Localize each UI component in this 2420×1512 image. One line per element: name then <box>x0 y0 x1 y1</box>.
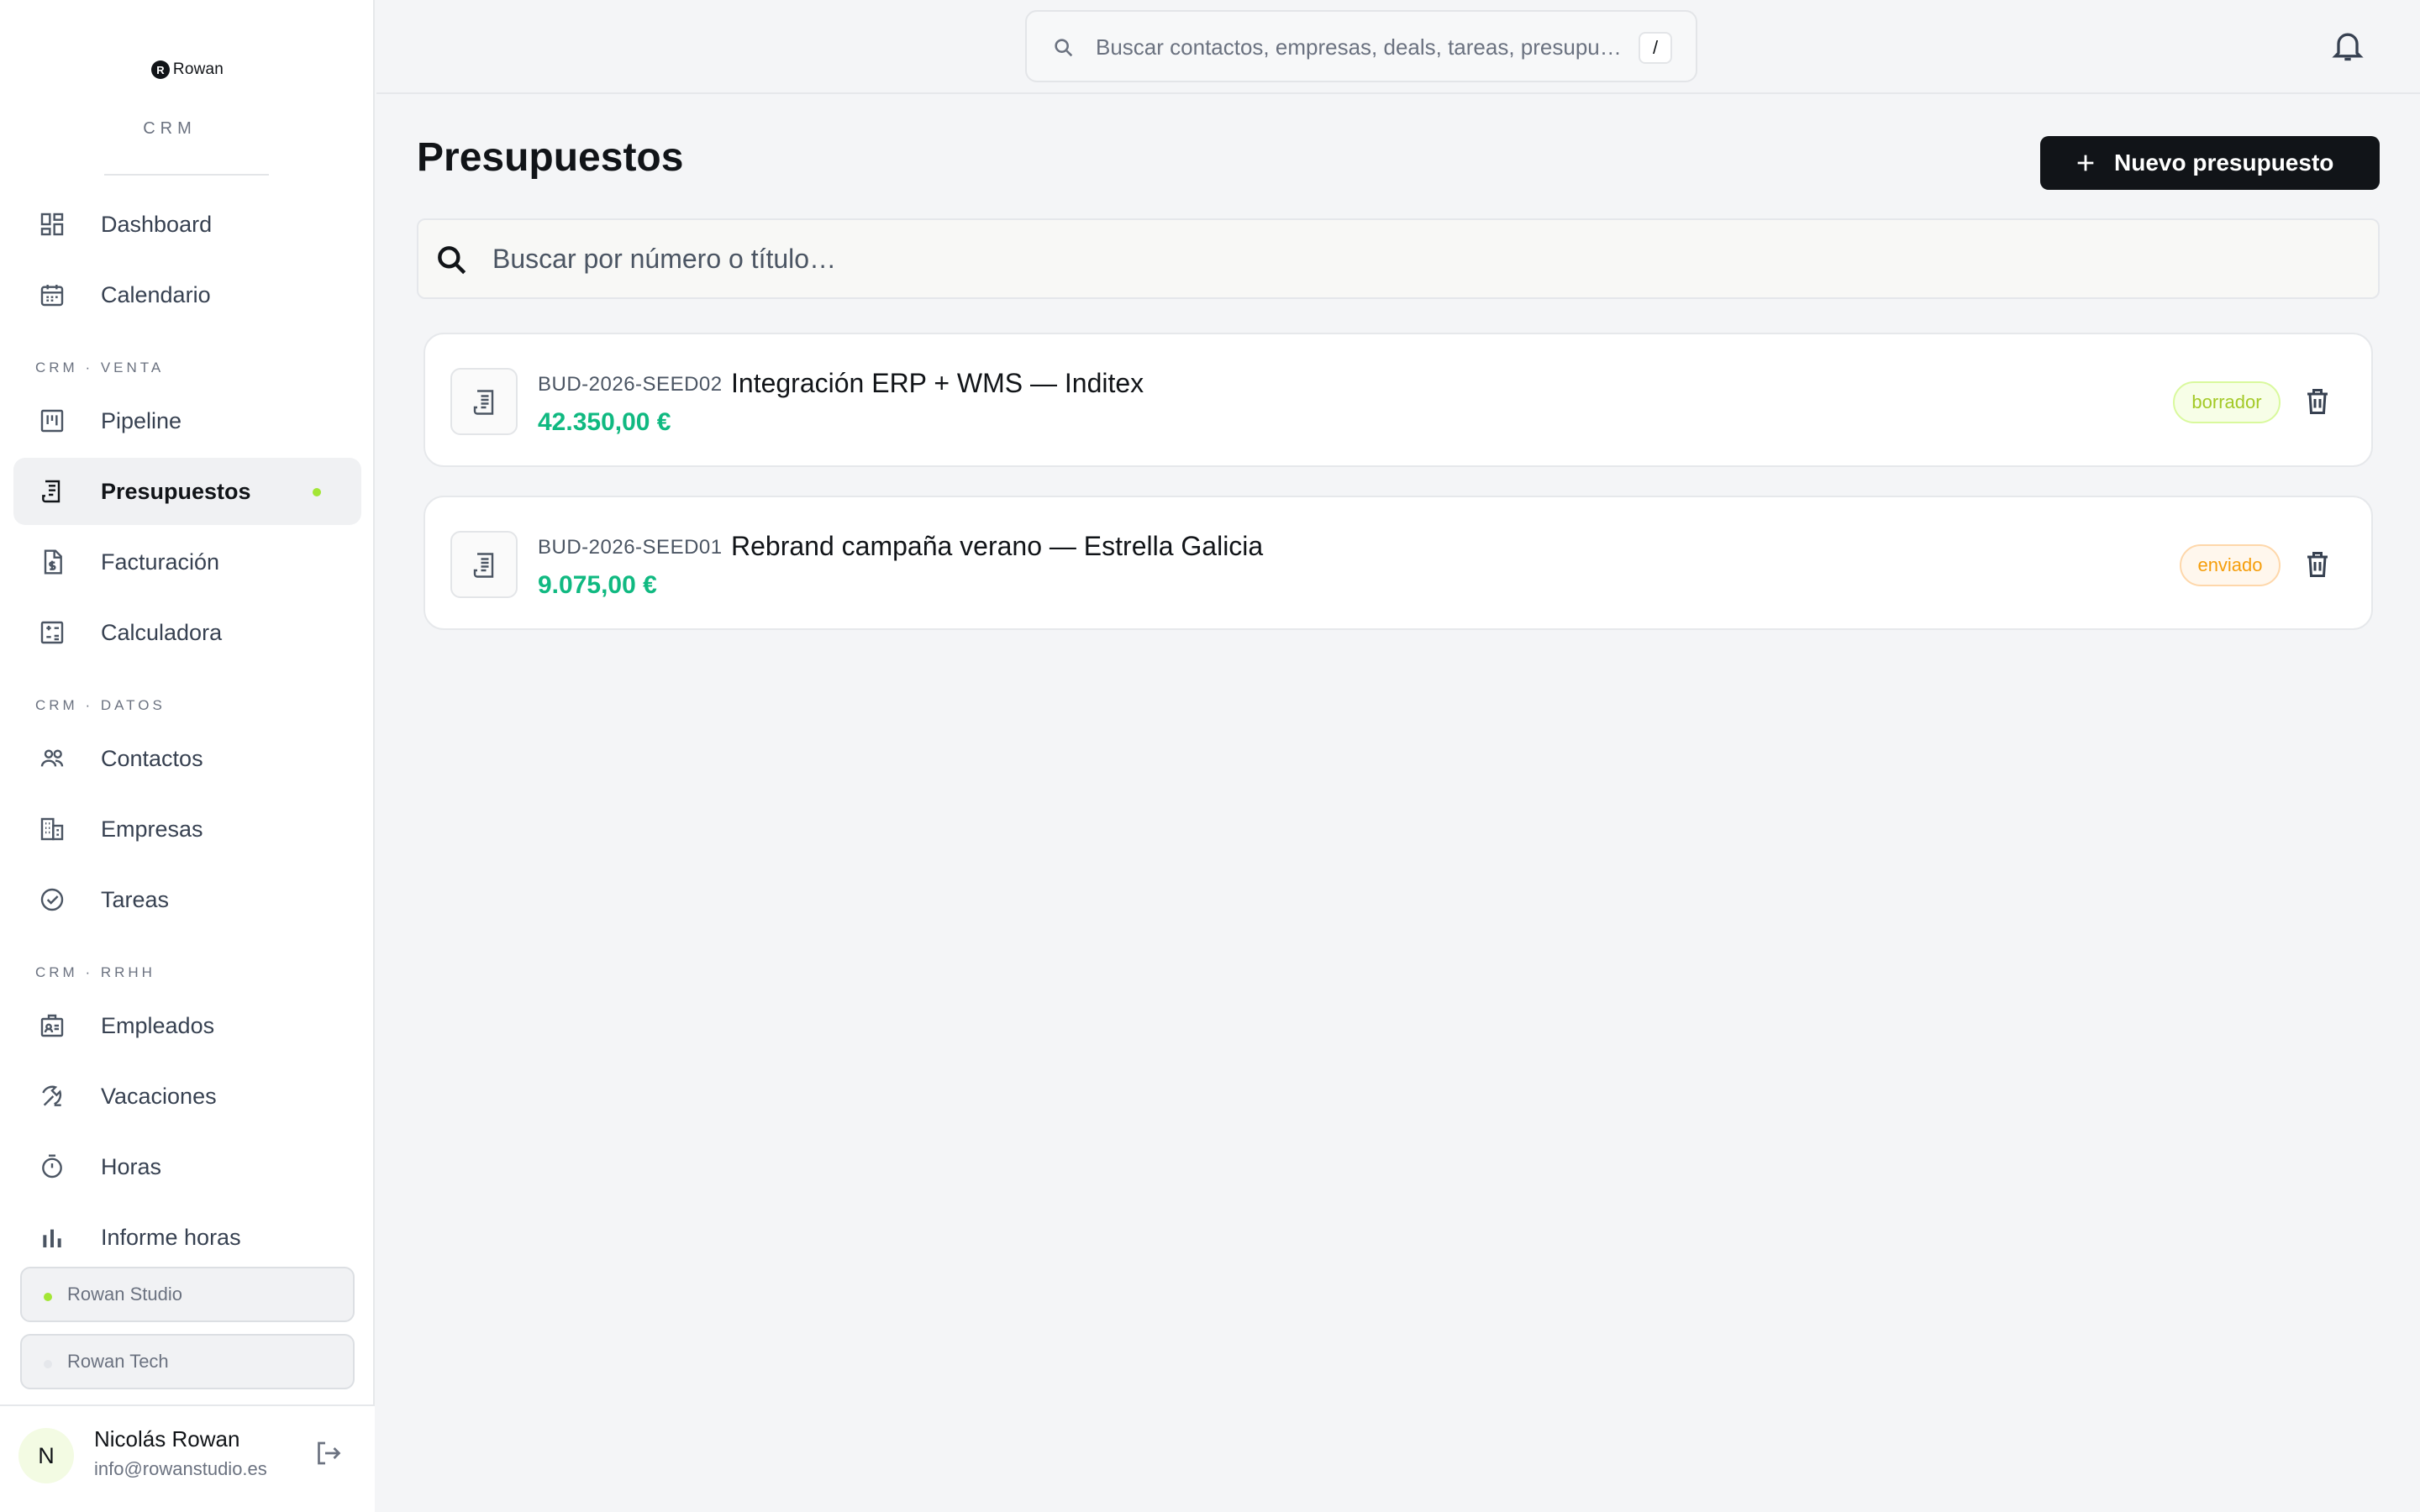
section-label-rrhh: CRM · RRHH <box>35 964 155 980</box>
sidebar-item-label: Informe horas <box>101 1225 241 1250</box>
delete-icon[interactable] <box>2302 386 2333 417</box>
page-title: Presupuestos <box>417 135 684 180</box>
user-profile: N Nicolás Rowan info@rowanstudio.es <box>0 1404 375 1512</box>
quote-number: BUD-2026-SEED01 <box>538 536 723 559</box>
sidebar-item-informe-horas[interactable]: Informe horas <box>13 1204 361 1271</box>
user-email: info@rowanstudio.es <box>94 1458 267 1479</box>
badge-icon <box>39 1012 66 1039</box>
quote-card[interactable]: BUD-2026-SEED02 Integración ERP + WMS — … <box>424 333 2373 467</box>
sidebar-item-pipeline[interactable]: Pipeline <box>13 387 361 454</box>
search-icon <box>1052 36 1076 60</box>
sidebar-item-calendario[interactable]: Calendario <box>13 261 361 328</box>
user-name: Nicolás Rowan <box>94 1426 240 1452</box>
receipt-icon <box>470 550 500 580</box>
sidebar-item-label: Dashboard <box>101 212 213 237</box>
sidebar-item-label: Facturación <box>101 549 220 575</box>
brand-name: Rowan <box>172 60 224 78</box>
sidebar-item-calculadora[interactable]: Calculadora <box>13 599 361 666</box>
avatar[interactable]: N <box>18 1428 74 1483</box>
bell-icon[interactable] <box>2329 27 2366 64</box>
calculator-icon <box>39 619 66 646</box>
timer-icon <box>39 1153 66 1180</box>
receipt-icon <box>470 387 500 417</box>
keyboard-shortcut-hint: / <box>1639 32 1672 64</box>
quote-amount: 9.075,00 € <box>538 571 657 599</box>
quote-title: Rebrand campaña verano — Estrella Galici… <box>731 531 1264 561</box>
dashboard-icon <box>39 211 66 238</box>
sidebar-item-tareas[interactable]: Tareas <box>13 866 361 933</box>
sidebar-item-label: Tareas <box>101 887 170 912</box>
search-icon <box>434 242 471 279</box>
sidebar-item-label: Presupuestos <box>101 479 251 504</box>
sidebar: R Rowan CRM Dashboard Calendario CRM · V… <box>0 0 375 1512</box>
check-circle-icon <box>39 886 66 913</box>
org-name: Rowan Studio <box>67 1284 182 1305</box>
sidebar-item-label: Pipeline <box>101 408 182 433</box>
quote-search-placeholder: Buscar por número o título… <box>492 244 837 274</box>
sidebar-item-presupuestos[interactable]: Presupuestos <box>13 458 361 525</box>
sidebar-item-label: Vacaciones <box>101 1084 217 1109</box>
sidebar-item-dashboard[interactable]: Dashboard <box>13 191 361 258</box>
sidebar-item-label: Horas <box>101 1154 162 1179</box>
delete-icon[interactable] <box>2302 549 2333 580</box>
sidebar-item-label: Contactos <box>101 746 203 771</box>
status-badge: enviado <box>2180 544 2281 586</box>
quote-search-input[interactable]: Buscar por número o título… <box>417 218 2380 299</box>
receipt-icon <box>39 478 66 505</box>
rowan-logo-icon: R <box>150 60 170 79</box>
section-label-venta: CRM · VENTA <box>35 360 165 375</box>
org-switch-rowan-studio[interactable]: Rowan Studio <box>20 1267 355 1322</box>
global-search-input[interactable]: Buscar contactos, empresas, deals, tarea… <box>1025 10 1697 82</box>
sidebar-item-horas[interactable]: Horas <box>13 1133 361 1200</box>
sidebar-item-label: Calendario <box>101 282 211 307</box>
bar-chart-icon <box>39 1224 66 1251</box>
building-icon <box>39 816 66 843</box>
beach-icon <box>39 1083 66 1110</box>
sidebar-item-label: Empresas <box>101 816 203 842</box>
logout-icon[interactable] <box>313 1438 343 1468</box>
section-label-datos: CRM · DATOS <box>35 697 166 713</box>
people-icon <box>39 745 66 772</box>
new-quote-button-label: Nuevo presupuesto <box>2114 150 2334 176</box>
invoice-icon <box>39 549 66 575</box>
quote-amount: 42.350,00 € <box>538 408 671 436</box>
sidebar-item-empresas[interactable]: Empresas <box>13 795 361 863</box>
top-bar: Buscar contactos, empresas, deals, tarea… <box>376 0 2420 94</box>
org-status-dot <box>44 1293 52 1301</box>
sidebar-item-label: Calculadora <box>101 620 223 645</box>
sidebar-item-empleados[interactable]: Empleados <box>13 992 361 1059</box>
quote-number: BUD-2026-SEED02 <box>538 373 723 396</box>
active-indicator-dot <box>313 488 321 496</box>
plus-icon <box>2074 151 2097 175</box>
calendar-icon <box>39 281 66 308</box>
pipeline-icon <box>39 407 66 434</box>
quote-icon-box <box>450 531 518 598</box>
new-quote-button[interactable]: Nuevo presupuesto <box>2040 136 2380 190</box>
org-switch-rowan-tech[interactable]: Rowan Tech <box>20 1334 355 1389</box>
brand-logo[interactable]: R Rowan <box>0 60 375 79</box>
sidebar-item-label: Empleados <box>101 1013 215 1038</box>
global-search-placeholder: Buscar contactos, empresas, deals, tarea… <box>1096 34 1622 60</box>
org-name: Rowan Tech <box>67 1351 169 1372</box>
brand-subtitle: CRM <box>143 119 197 138</box>
sidebar-item-contactos[interactable]: Contactos <box>13 725 361 792</box>
sidebar-item-facturacion[interactable]: Facturación <box>13 528 361 596</box>
quote-icon-box <box>450 368 518 435</box>
org-status-dot <box>44 1360 52 1368</box>
status-badge: borrador <box>2173 381 2281 423</box>
quote-title: Integración ERP + WMS — Inditex <box>731 368 1144 398</box>
quote-card[interactable]: BUD-2026-SEED01 Rebrand campaña verano —… <box>424 496 2373 630</box>
sidebar-item-vacaciones[interactable]: Vacaciones <box>13 1063 361 1130</box>
divider <box>104 174 269 176</box>
